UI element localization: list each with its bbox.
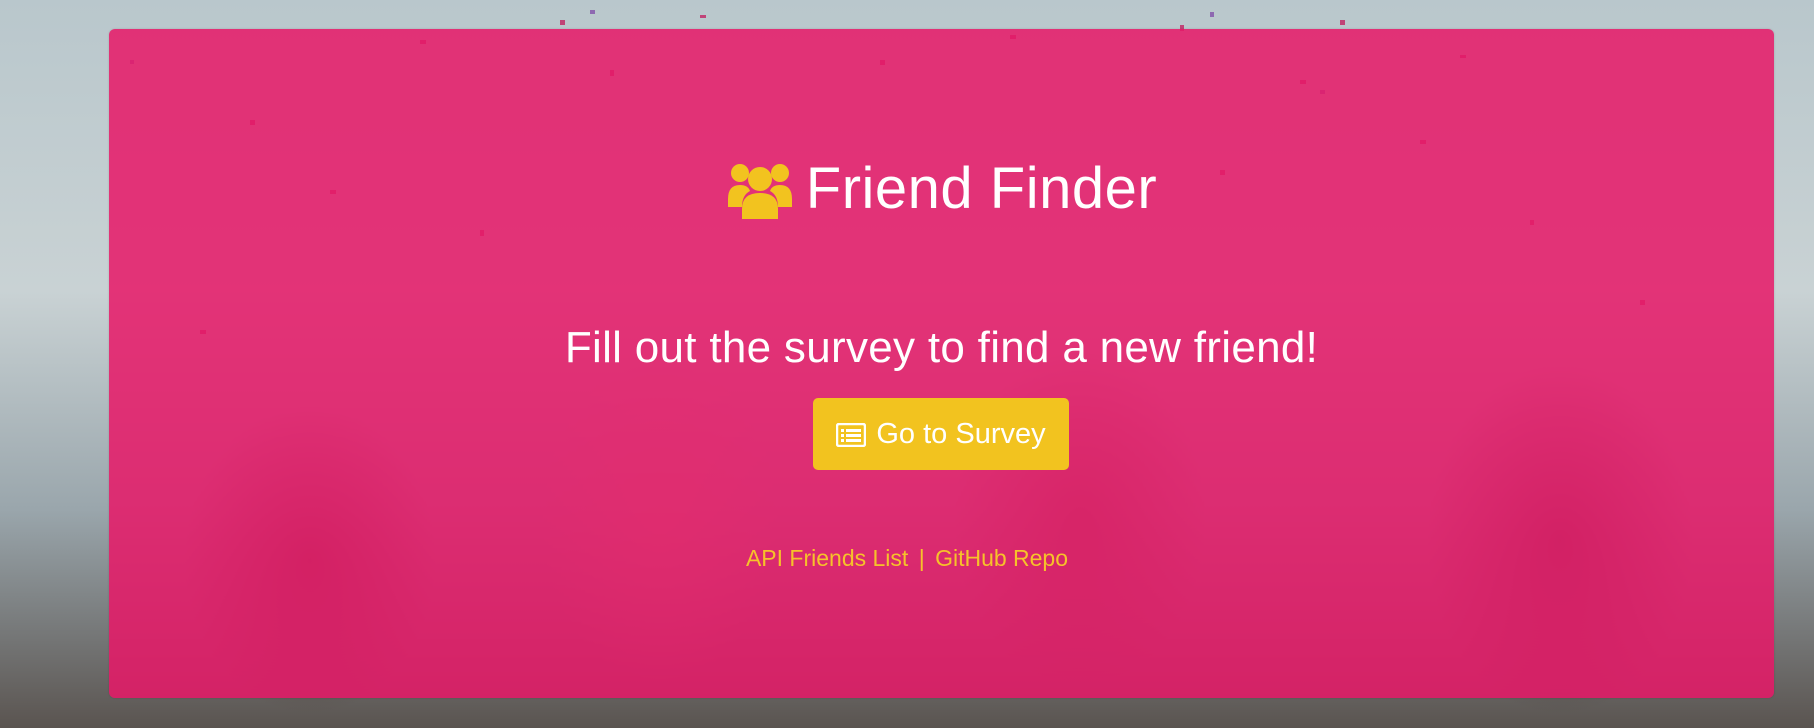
survey-button-label: Go to Survey [876, 417, 1046, 450]
go-to-survey-button[interactable]: Go to Survey [813, 398, 1069, 470]
link-separator: | [918, 545, 925, 571]
github-repo-link[interactable]: GitHub Repo [935, 545, 1068, 571]
api-friends-list-link[interactable]: API Friends List [746, 545, 908, 571]
tagline: Fill out the survey to find a new friend… [564, 323, 1319, 372]
page-title: Friend Finder [805, 156, 1158, 221]
users-icon [726, 157, 794, 221]
footer-links: API Friends List | GitHub Repo [0, 545, 1814, 572]
list-alt-icon [836, 422, 867, 448]
title-row: Friend Finder [109, 157, 1774, 221]
hero-panel: Friend Finder Fill out the survey to fin… [109, 29, 1774, 698]
